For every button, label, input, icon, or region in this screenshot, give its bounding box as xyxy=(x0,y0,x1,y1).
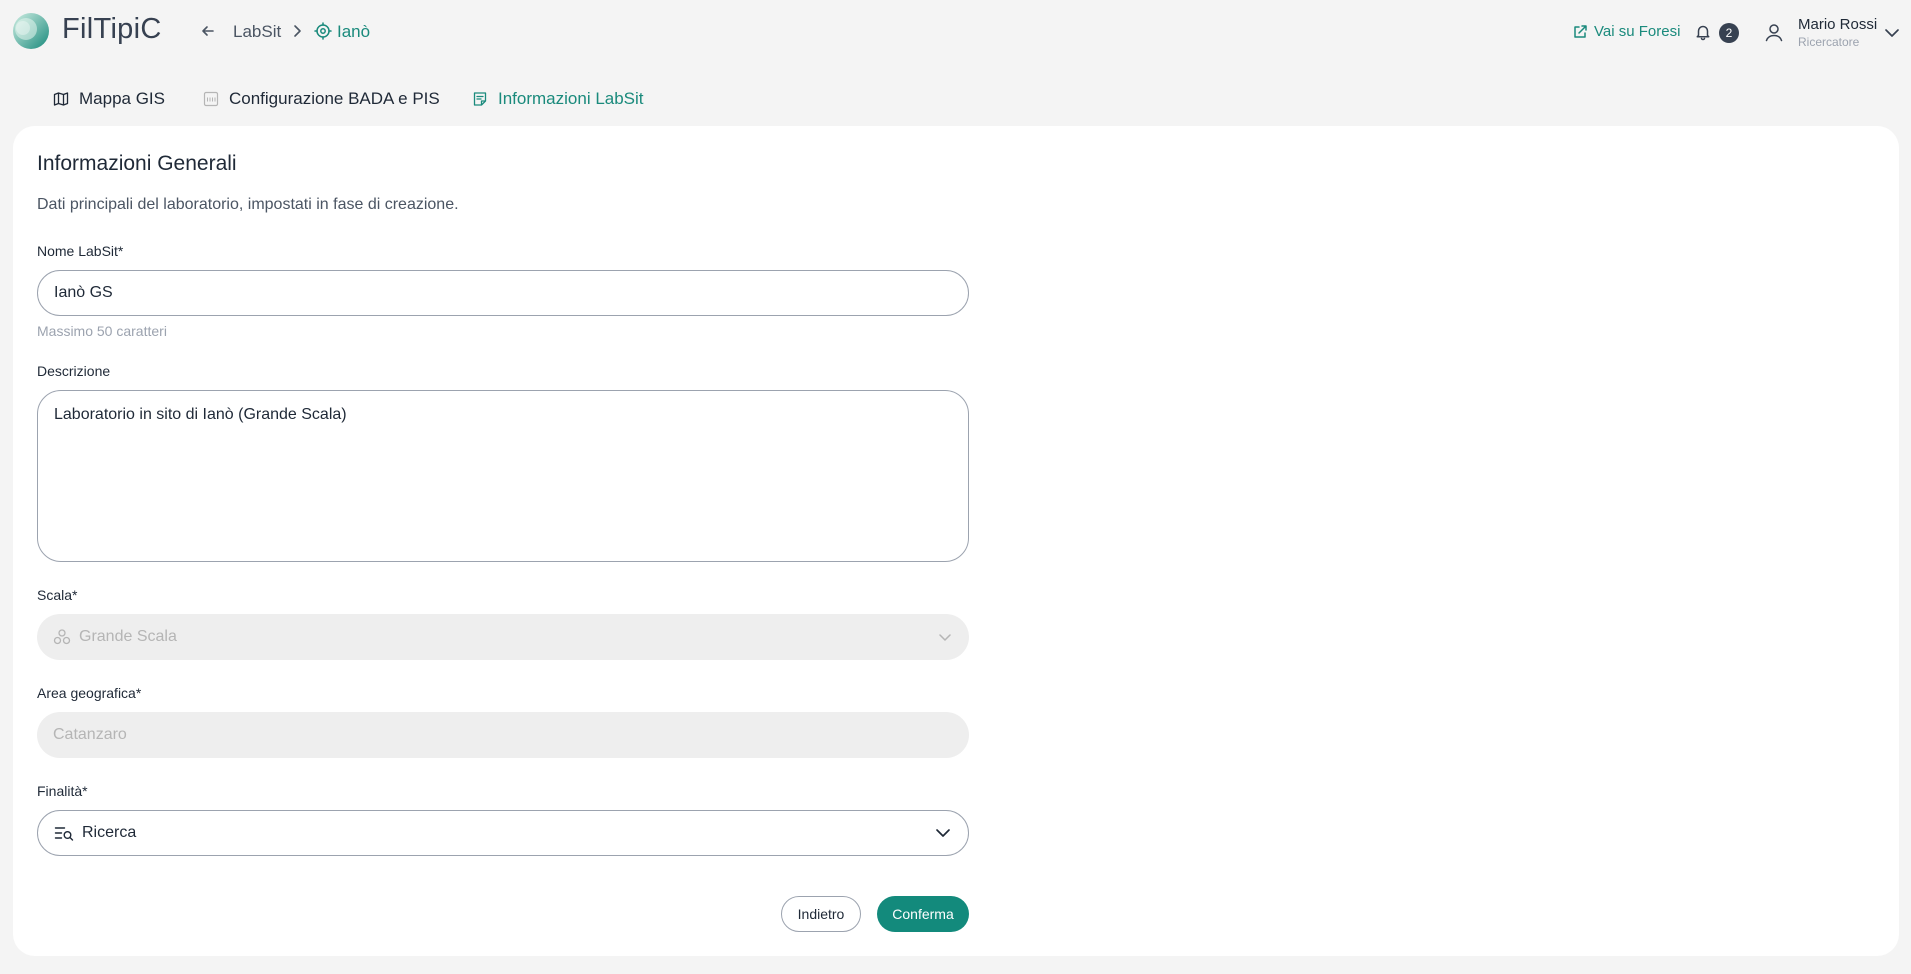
config-icon xyxy=(203,91,219,107)
notification-badge: 2 xyxy=(1719,23,1739,43)
description-label: Descrizione xyxy=(37,363,111,379)
tab-label: Configurazione BADA e PIS xyxy=(229,89,440,108)
bell-icon[interactable] xyxy=(1694,23,1712,41)
name-hint: Massimo 50 caratteri xyxy=(37,323,167,339)
scale-label: Scala* xyxy=(37,587,78,603)
tab-label: Mappa GIS xyxy=(79,89,165,108)
description-textarea[interactable]: Laboratorio in sito di Ianò (Grande Scal… xyxy=(37,390,969,562)
form-card: Informazioni Generali Dati principali de… xyxy=(13,126,1899,956)
section-title: Informazioni Generali xyxy=(37,152,237,175)
user-role: Ricercatore xyxy=(1798,35,1860,49)
breadcrumb-current: Ianò xyxy=(337,22,371,41)
brand-name: FilTipiC xyxy=(62,13,162,45)
area-value: Catanzaro xyxy=(53,726,127,743)
logo-icon xyxy=(13,13,49,49)
back-button[interactable]: Indietro xyxy=(781,896,861,932)
external-link-label: Vai su Foresi xyxy=(1594,23,1681,40)
section-subtitle: Dati principali del laboratorio, imposta… xyxy=(37,196,459,213)
user-name: Mario Rossi xyxy=(1798,16,1878,33)
purpose-select[interactable]: Ricerca xyxy=(37,810,969,856)
user-icon xyxy=(1765,24,1783,42)
chevron-down-icon xyxy=(939,634,951,641)
external-link-icon xyxy=(1574,24,1587,38)
labsit-name-input[interactable] xyxy=(37,270,969,316)
arrow-left-icon[interactable] xyxy=(199,22,217,40)
tab-configurazione[interactable]: Configurazione BADA e PIS xyxy=(203,86,440,112)
scale-icon xyxy=(53,629,71,645)
app-header: FilTipiC LabSit Ianò Vai su Foresi 2 Mar… xyxy=(0,0,1911,66)
tab-label: Informazioni LabSit xyxy=(498,89,644,108)
map-icon xyxy=(53,92,69,106)
scale-value: Grande Scala xyxy=(79,628,177,645)
chevron-down-icon[interactable] xyxy=(1883,24,1901,42)
tab-informazioni-labsit[interactable]: Informazioni LabSit xyxy=(472,86,644,112)
external-link[interactable]: Vai su Foresi xyxy=(1572,23,1680,40)
name-label: Nome LabSit* xyxy=(37,243,124,259)
area-input: Catanzaro xyxy=(37,712,969,758)
chevron-right-icon xyxy=(294,25,301,37)
breadcrumb-parent[interactable]: LabSit xyxy=(233,22,281,42)
tab-mappa-gis[interactable]: Mappa GIS xyxy=(53,86,165,112)
area-label: Area geografica* xyxy=(37,685,142,701)
scale-select: Grande Scala xyxy=(37,614,969,660)
purpose-label: Finalità* xyxy=(37,783,88,799)
confirm-button[interactable]: Conferma xyxy=(877,896,969,932)
purpose-value: Ricerca xyxy=(82,824,137,841)
chevron-down-icon xyxy=(936,829,950,837)
info-doc-icon xyxy=(473,92,487,106)
target-icon xyxy=(314,22,332,40)
list-search-icon xyxy=(54,827,74,841)
